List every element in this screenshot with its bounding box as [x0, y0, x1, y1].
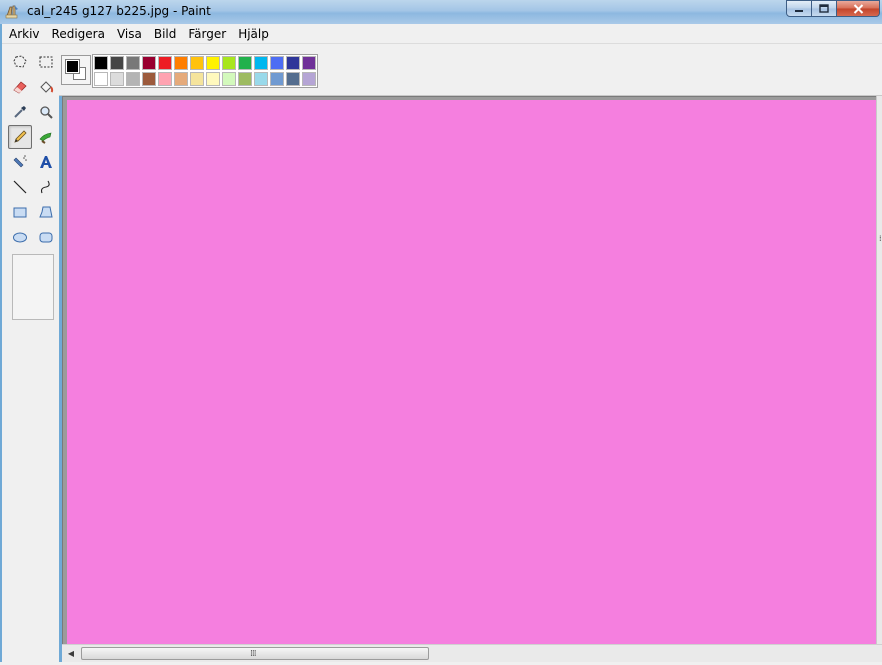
color-swatch[interactable]	[253, 71, 269, 87]
color-box	[2, 44, 882, 96]
menu-redigera[interactable]: Redigera	[47, 25, 110, 43]
ellipse-icon	[13, 232, 27, 243]
color-swatch[interactable]	[237, 71, 253, 87]
color-swatch[interactable]	[221, 71, 237, 87]
color-swatch[interactable]	[253, 55, 269, 71]
menu-bild[interactable]: Bild	[149, 25, 182, 43]
color-swatch[interactable]	[93, 71, 109, 87]
color-swatch[interactable]	[109, 55, 125, 71]
maximize-icon	[819, 4, 829, 13]
menu-arkiv[interactable]: Arkiv	[4, 25, 45, 43]
color-swatch[interactable]	[269, 71, 285, 87]
color-swatch[interactable]	[205, 55, 221, 71]
color-swatch[interactable]	[269, 55, 285, 71]
paint-icon	[4, 3, 20, 19]
tool-eraser[interactable]	[8, 75, 32, 99]
color-swatch[interactable]	[173, 55, 189, 71]
color-swatch[interactable]	[141, 55, 157, 71]
color-swatch[interactable]	[173, 71, 189, 87]
tool-brush[interactable]	[34, 125, 58, 149]
tool-options-box[interactable]	[12, 254, 54, 320]
polygon-icon	[39, 206, 53, 218]
color-swatch[interactable]	[109, 71, 125, 87]
color-palette	[92, 54, 318, 88]
eraser-icon	[13, 81, 27, 94]
tool-rectangle[interactable]	[8, 200, 32, 224]
tool-rounded-rectangle[interactable]	[34, 225, 58, 249]
rounded-rectangle-icon	[39, 232, 53, 243]
color-swatch[interactable]	[285, 71, 301, 87]
tool-pick-color[interactable]	[8, 100, 32, 124]
text-icon	[40, 156, 52, 168]
tool-pencil[interactable]	[8, 125, 32, 149]
tool-free-form-select[interactable]	[8, 50, 32, 74]
rectangle-icon	[13, 207, 27, 218]
tool-line[interactable]	[8, 175, 32, 199]
foreground-color[interactable]	[65, 59, 80, 74]
minimize-icon	[795, 9, 803, 12]
color-swatch[interactable]	[189, 55, 205, 71]
color-swatch[interactable]	[189, 71, 205, 87]
close-button[interactable]	[837, 0, 880, 17]
pencil-icon	[14, 130, 27, 143]
color-swatch[interactable]	[125, 55, 141, 71]
tool-fill[interactable]	[34, 75, 58, 99]
title-bar[interactable]: cal_r245 g127 b225.jpg - Paint	[0, 0, 882, 24]
tool-select[interactable]	[34, 50, 58, 74]
magnifier-icon	[40, 106, 53, 119]
window-controls	[786, 0, 880, 18]
canvas-workspace	[62, 96, 882, 644]
maximize-button[interactable]	[812, 0, 837, 17]
drawing-canvas[interactable]	[67, 100, 879, 644]
vertical-scrollbar[interactable]: ⁞	[876, 96, 882, 644]
menu-visa[interactable]: Visa	[112, 25, 147, 43]
tool-text[interactable]	[34, 150, 58, 174]
color-swatch[interactable]	[285, 55, 301, 71]
color-swatch[interactable]	[141, 71, 157, 87]
window-title: cal_r245 g127 b225.jpg - Paint	[27, 4, 211, 18]
menu-farger[interactable]: Färger	[183, 25, 231, 43]
brush-icon	[39, 132, 52, 144]
lasso-icon	[13, 55, 27, 68]
current-colors[interactable]	[61, 55, 91, 85]
tool-curve[interactable]	[34, 175, 58, 199]
color-swatch[interactable]	[157, 71, 173, 87]
close-icon	[853, 3, 863, 14]
paint-bucket-icon	[40, 81, 54, 93]
color-swatch[interactable]	[157, 55, 173, 71]
rect-select-icon	[39, 56, 53, 68]
color-swatch[interactable]	[301, 71, 317, 87]
color-swatch[interactable]	[125, 71, 141, 87]
scroll-grip-icon: ⁞⁞⁞	[250, 649, 257, 659]
airbrush-icon	[13, 155, 27, 168]
color-swatch[interactable]	[205, 71, 221, 87]
line-icon	[13, 180, 27, 194]
tool-polygon[interactable]	[34, 200, 58, 224]
minimize-button[interactable]	[786, 0, 812, 17]
menu-hjalp[interactable]: Hjälp	[233, 25, 274, 43]
scroll-left-icon[interactable]: ◀	[65, 648, 77, 660]
color-swatch[interactable]	[301, 55, 317, 71]
color-swatch[interactable]	[221, 55, 237, 71]
color-swatch[interactable]	[93, 55, 109, 71]
curve-icon	[40, 180, 50, 194]
tool-airbrush[interactable]	[8, 150, 32, 174]
toolbox	[2, 45, 59, 663]
color-swatch[interactable]	[237, 55, 253, 71]
tool-ellipse[interactable]	[8, 225, 32, 249]
horizontal-scrollbar[interactable]: ◀ ⁞⁞⁞	[62, 644, 882, 662]
horizontal-scroll-thumb[interactable]: ⁞⁞⁞	[81, 647, 429, 660]
tool-magnifier[interactable]	[34, 100, 58, 124]
menu-bar: Arkiv Redigera Visa Bild Färger Hjälp	[2, 24, 882, 44]
eyedropper-icon	[14, 106, 26, 118]
